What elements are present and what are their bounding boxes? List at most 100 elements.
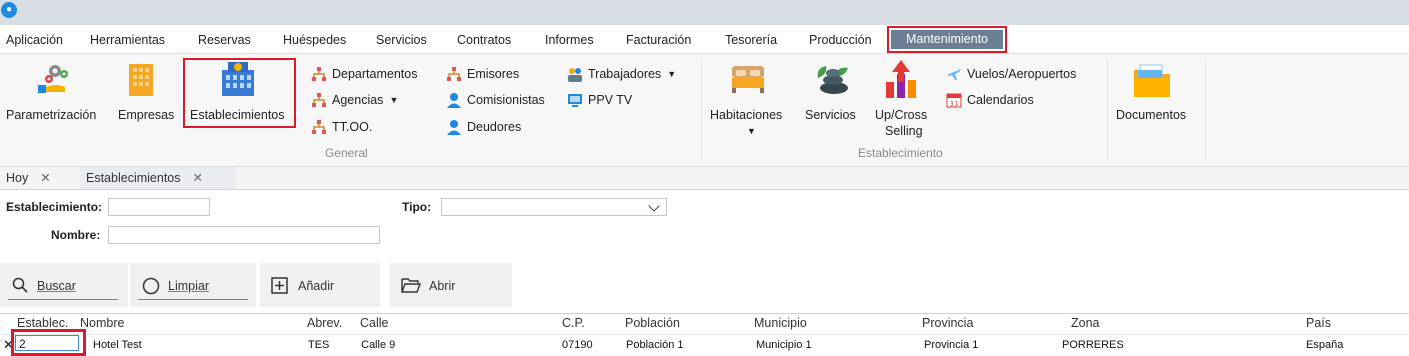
cell-municipio: Municipio 1 [756, 339, 812, 351]
documentos-label: Documentos [1116, 108, 1187, 122]
menu-reservas[interactable]: Reservas [198, 33, 251, 47]
habitaciones-dropdown-icon: ▼ [747, 126, 756, 136]
column-header-nombre[interactable]: Nombre [80, 316, 124, 330]
menu-tesoreria[interactable]: Tesorería [725, 33, 777, 47]
upcross-label-2: Selling [885, 124, 923, 138]
tipo-field-label: Tipo: [402, 200, 432, 214]
column-header-calle[interactable]: Calle [360, 316, 389, 330]
tipo-select[interactable] [441, 198, 667, 216]
column-header-poblacion[interactable]: Población [625, 316, 680, 330]
emisores-button[interactable]: Emisores [446, 64, 519, 84]
column-header-pais[interactable]: País [1306, 316, 1331, 330]
vuelos-aeropuertos-button[interactable]: Vuelos/Aeropuertos [946, 64, 1076, 84]
servicios-button[interactable]: Servicios [802, 54, 864, 134]
anadir-label: Añadir [298, 279, 335, 293]
anadir-button[interactable]: Añadir [260, 263, 380, 307]
trabajadores-label: Trabajadores [588, 67, 662, 81]
group-establecimiento-label: Establecimiento [858, 146, 943, 160]
servicios-label: Servicios [805, 108, 856, 122]
folder-open-icon [401, 278, 421, 293]
column-header-municipio[interactable]: Municipio [754, 316, 807, 330]
buscar-underline [8, 299, 118, 300]
ppvtv-button[interactable]: PPV TV [567, 90, 632, 110]
agencias-dropdown-icon: ▼ [389, 95, 399, 105]
grid-header: Establec. Nombre Abrev. Calle C.P. Pobla… [0, 313, 1409, 334]
calendarios-label: Calendarios [967, 93, 1034, 107]
menu-servicios[interactable]: Servicios [376, 33, 427, 47]
menu-produccion[interactable]: Producción [809, 33, 872, 47]
person-icon [447, 93, 461, 108]
documentos-button[interactable]: Documentos [1110, 54, 1194, 134]
departamentos-button[interactable]: Departamentos [311, 64, 417, 84]
trend-up-icon [886, 60, 916, 98]
cell-cp: 07190 [562, 339, 593, 351]
ribbon-separator [1205, 60, 1206, 160]
departamentos-label: Departamentos [332, 67, 418, 81]
folder-documents-icon [1134, 64, 1170, 97]
establec-cell-highlight [11, 329, 86, 356]
org-chart-icon [312, 120, 326, 134]
close-icon[interactable]: ✕ [40, 171, 50, 185]
empresas-label: Empresas [118, 108, 175, 122]
column-header-zona[interactable]: Zona [1071, 316, 1100, 330]
menu-herramientas[interactable]: Herramientas [90, 33, 165, 47]
menu-informes[interactable]: Informes [545, 33, 594, 47]
svg-text:31: 31 [950, 100, 959, 108]
calendar-icon: 31 [946, 93, 962, 108]
menu-aplicacion[interactable]: Aplicación [6, 33, 63, 47]
column-header-abrev[interactable]: Abrev. [307, 316, 342, 330]
parametrizacion-label: Parametrización [6, 108, 97, 122]
column-header-establec[interactable]: Establec. [17, 316, 68, 330]
column-header-provincia[interactable]: Provincia [922, 316, 973, 330]
document-tabs: Hoy ✕ Establecimientos ✕ [0, 167, 1409, 190]
menu-huespedes[interactable]: Huéspedes [283, 33, 346, 47]
parametrizacion-button[interactable]: Parametrización [0, 54, 108, 134]
chevron-down-icon [648, 200, 660, 212]
cell-calle: Calle 9 [361, 339, 396, 351]
trabajadores-button[interactable]: Trabajadores ▼ [567, 64, 676, 84]
limpiar-underline [138, 299, 248, 300]
org-chart-icon [447, 67, 461, 81]
circle-icon [142, 277, 160, 295]
title-bar: ● [0, 0, 1409, 25]
cell-poblacion: Población 1 [626, 339, 684, 351]
nombre-input[interactable] [108, 226, 380, 244]
cell-provincia: Provincia 1 [924, 339, 979, 351]
upcross-selling-button[interactable]: Up/Cross Selling [866, 54, 938, 154]
agencias-label: Agencias [332, 93, 384, 107]
limpiar-label: Limpiar [168, 279, 209, 293]
column-header-cp[interactable]: C.P. [562, 316, 585, 330]
tab-hoy[interactable]: Hoy ✕ [0, 167, 76, 189]
menu-contratos[interactable]: Contratos [457, 33, 511, 47]
tab-hoy-label: Hoy [6, 171, 29, 185]
buscar-button[interactable]: Buscar [0, 263, 128, 307]
gears-hand-icon [38, 65, 68, 93]
cell-zona: PORRERES [1062, 339, 1124, 351]
cell-abrev: TES [308, 339, 330, 351]
app-logo-icon: ● [1, 2, 17, 18]
agencias-button[interactable]: Agencias ▼ [311, 90, 398, 110]
menu-facturacion[interactable]: Facturación [626, 33, 691, 47]
menu-bar: Aplicación Herramientas Reservas Huésped… [0, 25, 1409, 54]
ribbon-separator [701, 60, 702, 160]
calendarios-button[interactable]: 31 Calendarios [946, 90, 1034, 110]
deudores-button[interactable]: Deudores [446, 117, 521, 137]
tab-establecimientos[interactable]: Establecimientos ✕ [80, 167, 236, 189]
empresas-button[interactable]: Empresas [114, 54, 178, 134]
ttoo-label: TT.OO. [332, 120, 373, 134]
close-icon[interactable]: ✕ [193, 171, 203, 185]
establecimiento-input[interactable] [108, 198, 210, 216]
trabajadores-dropdown-icon: ▼ [667, 69, 677, 79]
habitaciones-label: Habitaciones [710, 108, 783, 122]
habitaciones-button[interactable]: Habitaciones ▼ [706, 54, 800, 144]
limpiar-button[interactable]: Limpiar [130, 263, 256, 307]
abrir-button[interactable]: Abrir [390, 263, 512, 307]
table-row[interactable]: ✕ Hotel Test TES Calle 9 07190 Población… [0, 334, 1409, 355]
add-box-icon [271, 277, 288, 294]
comisionistas-button[interactable]: Comisionistas [446, 90, 545, 110]
search-icon [12, 277, 28, 293]
ttoo-button[interactable]: TT.OO. [311, 117, 372, 137]
buscar-label: Buscar [37, 279, 76, 293]
group-general-label: General [325, 146, 368, 160]
menu-mantenimiento[interactable]: Mantenimiento [887, 26, 1007, 53]
